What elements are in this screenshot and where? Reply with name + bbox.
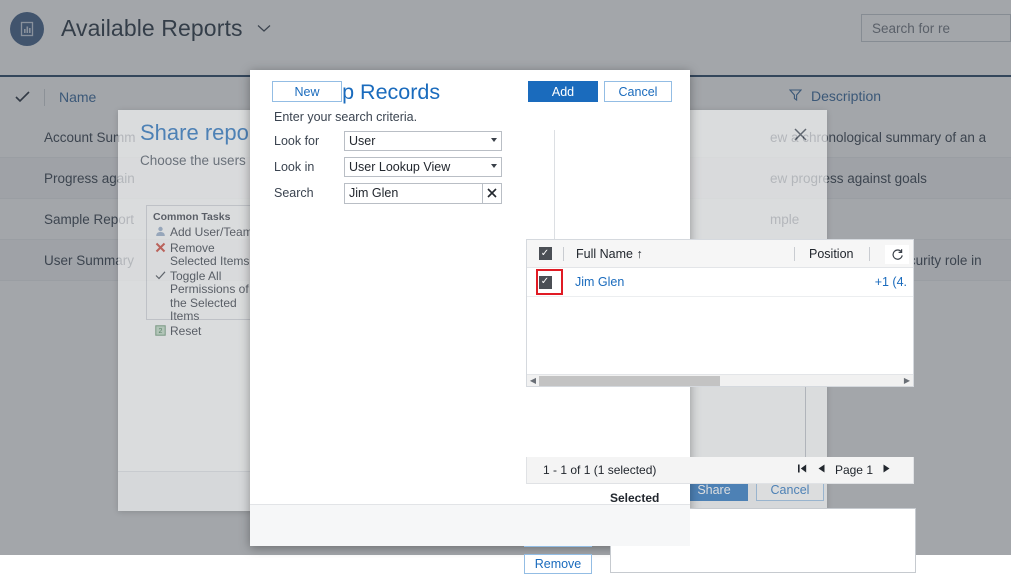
look-for-row: Look for User [274, 128, 544, 154]
common-task-reset[interactable]: 2 Reset [153, 325, 259, 340]
svg-text:2: 2 [158, 328, 162, 335]
check-icon [153, 270, 167, 285]
new-button[interactable]: New [272, 81, 342, 102]
add-user-icon [153, 226, 167, 241]
look-for-select[interactable]: User [344, 131, 502, 151]
look-in-label: Look in [274, 160, 344, 174]
column-divider [869, 247, 870, 261]
lookup-dialog-footer [250, 504, 690, 546]
scroll-right-arrow-icon[interactable]: ▶ [901, 377, 913, 385]
results-pager: 1 - 1 of 1 (1 selected) Page 1 [526, 457, 914, 484]
checkbox-checked-icon: ✓ [539, 247, 552, 260]
common-task-label: Remove Selected Items [170, 242, 259, 269]
search-criteria: Look for User Look in User Lookup View S… [274, 128, 544, 206]
checkbox-checked-icon: ✓ [539, 276, 552, 289]
refresh-icon[interactable] [885, 245, 909, 264]
common-task-remove-selected[interactable]: Remove Selected Items [153, 242, 259, 269]
look-in-row: Look in User Lookup View [274, 154, 544, 180]
results-grid-header: ✓ Full Name ↑ Position [527, 240, 913, 268]
scrollbar-thumb[interactable] [539, 376, 720, 386]
chevron-down-icon [491, 138, 497, 142]
next-page-icon[interactable] [882, 463, 891, 477]
cell-full-name[interactable]: Jim Glen [563, 275, 793, 289]
common-task-toggle-all[interactable]: Toggle All Permissions of the Selected I… [153, 270, 259, 324]
common-task-label: Reset [170, 325, 201, 339]
common-tasks-title: Common Tasks [153, 211, 259, 223]
first-page-icon[interactable] [797, 463, 808, 477]
column-header-full-name[interactable]: Full Name ↑ [564, 247, 794, 261]
results-grid: ✓ Full Name ↑ Position ✓ Jim Glen +1 [526, 239, 914, 387]
remove-x-icon [153, 242, 167, 257]
row-checkbox[interactable]: ✓ [527, 276, 563, 289]
pager-nav: Page 1 [797, 463, 913, 477]
prev-page-icon[interactable] [817, 463, 826, 477]
reset-icon: 2 [153, 325, 167, 340]
cell-phone: +1 (4. [875, 275, 907, 289]
close-icon[interactable] [794, 128, 807, 145]
common-task-label: Toggle All Permissions of the Selected I… [170, 270, 259, 324]
share-dialog-title: Share report [140, 120, 262, 146]
remove-button[interactable]: Remove [524, 554, 592, 574]
sort-ascending-icon: ↑ [636, 247, 642, 261]
column-header-position[interactable]: Position [795, 247, 869, 261]
scroll-left-arrow-icon[interactable]: ◀ [527, 377, 539, 385]
horizontal-scrollbar[interactable]: ◀ ▶ [527, 374, 913, 386]
search-row: Search [274, 180, 544, 206]
add-button[interactable]: Add [528, 81, 598, 102]
look-in-select[interactable]: User Lookup View [344, 157, 502, 177]
search-input[interactable] [344, 183, 502, 204]
clear-x-icon[interactable] [482, 183, 502, 204]
common-task-label: Add User/Team [170, 226, 253, 240]
chevron-down-icon [491, 164, 497, 168]
lookup-dialog-subtitle: Enter your search criteria. [274, 110, 417, 124]
look-for-label: Look for [274, 134, 344, 148]
table-row[interactable]: ✓ Jim Glen +1 (4. [527, 268, 913, 297]
results-empty-area [527, 297, 913, 357]
common-tasks-panel: Common Tasks Add User/Team Remove Select… [146, 205, 266, 320]
column-label: Full Name [576, 247, 633, 261]
page-number-label: Page 1 [835, 463, 873, 477]
common-task-add-user[interactable]: Add User/Team [153, 226, 259, 241]
cancel-button[interactable]: Cancel [604, 81, 672, 102]
select-all-checkbox[interactable]: ✓ [527, 247, 563, 260]
lookup-records-dialog: Look Up Records Enter your search criter… [250, 70, 690, 546]
search-label: Search [274, 186, 344, 200]
record-count-label: 1 - 1 of 1 (1 selected) [527, 463, 656, 477]
scrollbar-track[interactable] [539, 375, 901, 387]
